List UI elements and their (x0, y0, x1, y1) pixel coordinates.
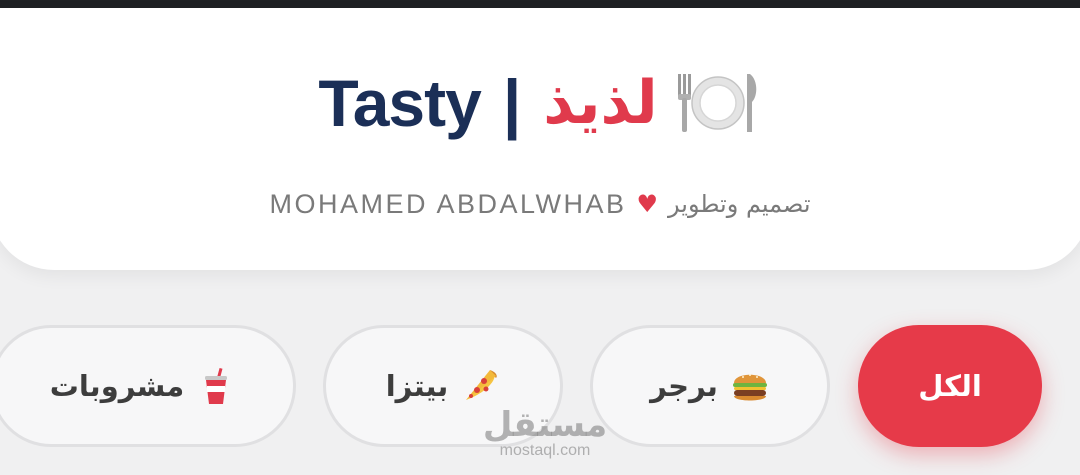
brand-name-ar: لذيذ (543, 68, 658, 138)
chip-label: الكل (918, 369, 982, 403)
designer-name: MOHAMED ABDALWHAB (269, 188, 627, 219)
chip-label: برجر (650, 369, 718, 403)
category-chip-drinks[interactable]: مشروبات (0, 325, 296, 447)
plate-with-cutlery-icon (672, 68, 762, 138)
burger-icon (730, 366, 770, 406)
credit-line: MOHAMED ABDALWHAB ♥ تصميم وتطوير (0, 186, 1080, 222)
category-chip-pizza[interactable]: بيتزا (323, 325, 563, 447)
heart-icon: ♥ (636, 190, 659, 218)
brand-name-en: Tasty (318, 66, 482, 140)
chip-label: بيتزا (385, 369, 449, 403)
category-chip-burger[interactable]: برجر (590, 325, 830, 447)
category-chip-all[interactable]: الكل (858, 325, 1042, 447)
credit-label: تصميم وتطوير (668, 190, 811, 218)
chip-label: مشروبات (49, 369, 185, 403)
brand-title: Tasty | لذيذ (0, 58, 1080, 148)
cup-with-straw-icon (196, 366, 236, 406)
brand-separator: | (502, 66, 522, 140)
pizza-icon (460, 366, 500, 406)
top-status-bar (0, 0, 1080, 8)
